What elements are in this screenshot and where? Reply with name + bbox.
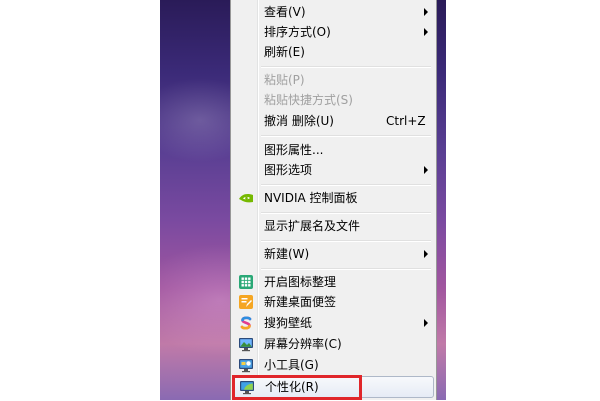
nvidia-icon xyxy=(238,190,254,206)
menu-item-new-desktop-note[interactable]: 新建桌面便签 xyxy=(233,292,434,312)
menu-item-label: 小工具(G) xyxy=(264,358,319,372)
menu-item-label: NVIDIA 控制面板 xyxy=(264,191,358,205)
menu-item-label: 新建(W) xyxy=(264,247,310,261)
menu-item-label: 排序方式(O) xyxy=(264,25,331,39)
menu-item-label: 图形选项 xyxy=(264,163,313,177)
menu-separator xyxy=(261,212,431,214)
menu-item-label: 图形属性... xyxy=(264,143,324,157)
menu-item-paste-shortcut: 粘贴快捷方式(S) xyxy=(233,90,434,110)
menu-item-label: 显示扩展名及文件 xyxy=(264,219,361,233)
menu-item-gadgets[interactable]: 小工具(G) xyxy=(233,355,434,375)
submenu-arrow-icon xyxy=(424,250,428,258)
menu-item-graphics-properties[interactable]: 图形属性... xyxy=(233,140,434,160)
menu-item-label: 查看(V) xyxy=(264,5,306,19)
submenu-arrow-icon xyxy=(424,319,428,327)
menu-item-graphics-options[interactable]: 图形选项 xyxy=(233,160,434,180)
menu-item-nvidia-control-panel[interactable]: NVIDIA 控制面板 xyxy=(233,188,434,208)
menu-item-sort-by[interactable]: 排序方式(O) xyxy=(233,22,434,42)
menu-item-screen-resolution[interactable]: 屏幕分辨率(C) xyxy=(233,334,434,354)
menu-item-label: 粘贴快捷方式(S) xyxy=(264,93,353,107)
menu-item-refresh[interactable]: 刷新(E) xyxy=(233,42,434,62)
sogou-wallpaper-icon xyxy=(238,315,254,331)
submenu-arrow-icon xyxy=(424,166,428,174)
note-icon xyxy=(238,294,254,310)
submenu-arrow-icon xyxy=(424,8,428,16)
submenu-arrow-icon xyxy=(424,28,428,36)
red-highlight-annotation xyxy=(232,375,362,400)
menu-item-new[interactable]: 新建(W) xyxy=(233,244,434,264)
menu-item-label: 搜狗壁纸 xyxy=(264,316,313,330)
menu-item-undo-delete[interactable]: 撤消 删除(U) Ctrl+Z xyxy=(233,111,434,131)
gadgets-icon xyxy=(238,357,254,373)
menu-separator xyxy=(261,268,431,270)
menu-item-show-extensions[interactable]: 显示扩展名及文件 xyxy=(233,216,434,236)
menu-item-icon-arrange[interactable]: 开启图标整理 xyxy=(233,272,434,292)
menu-item-view[interactable]: 查看(V) xyxy=(233,2,434,22)
menu-item-label: 刷新(E) xyxy=(264,45,305,59)
menu-item-paste: 粘贴(P) xyxy=(233,70,434,90)
menu-item-label: 开启图标整理 xyxy=(264,275,337,289)
menu-item-label: 屏幕分辨率(C) xyxy=(264,337,342,351)
menu-separator xyxy=(261,240,431,242)
menu-separator xyxy=(261,184,431,186)
menu-item-label: 撤消 删除(U) xyxy=(264,114,334,128)
menu-item-shortcut: Ctrl+Z xyxy=(386,114,426,128)
menu-item-label: 新建桌面便签 xyxy=(264,295,337,309)
menu-item-label: 粘贴(P) xyxy=(264,73,305,87)
grid-icon xyxy=(238,274,254,290)
monitor-icon xyxy=(238,336,254,352)
menu-separator xyxy=(261,135,431,137)
desktop-context-menu: 查看(V) 排序方式(O) 刷新(E) 粘贴(P) 粘贴快捷方式(S) 撤消 删… xyxy=(230,0,437,400)
menu-item-sogou-wallpaper[interactable]: 搜狗壁纸 xyxy=(233,313,434,333)
menu-separator xyxy=(261,66,431,68)
